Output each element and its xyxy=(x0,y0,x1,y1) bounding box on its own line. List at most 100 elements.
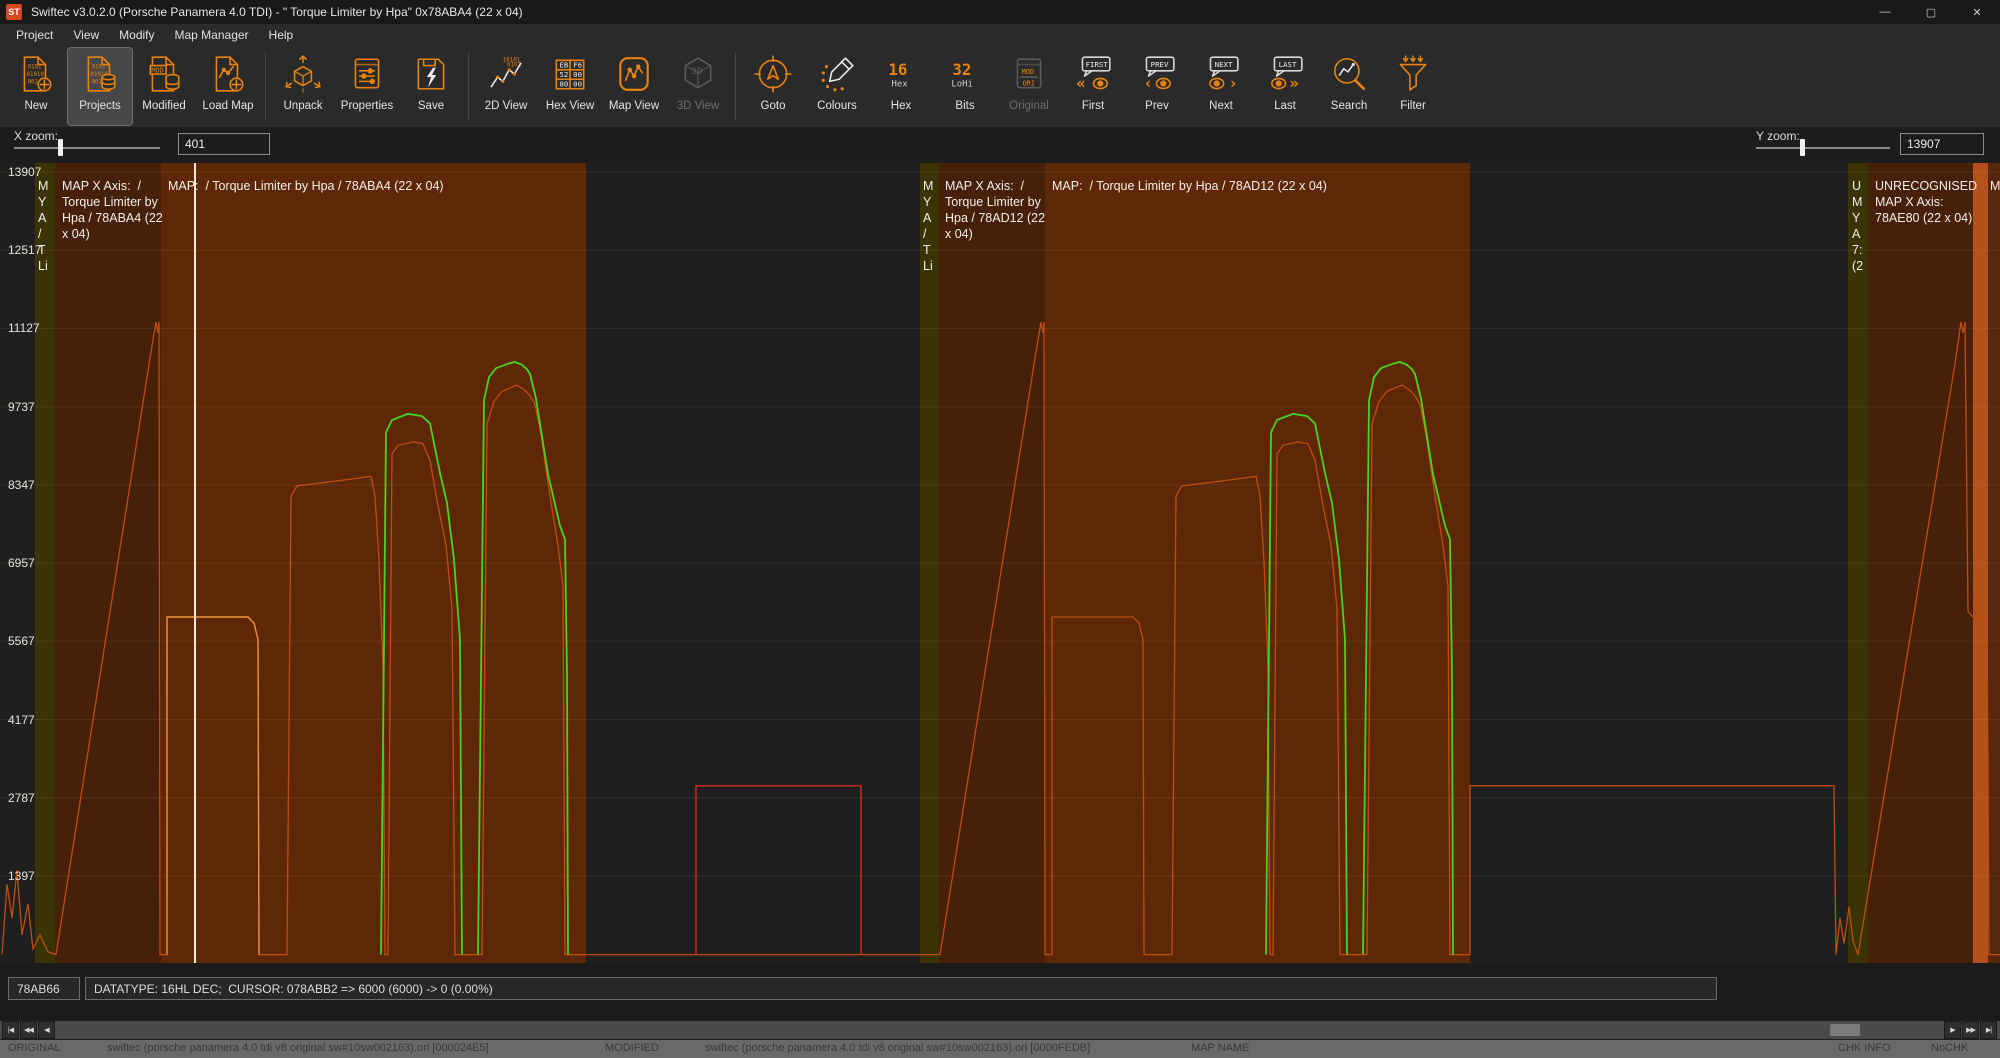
maximize-button[interactable]: ▢ xyxy=(1908,0,1954,24)
toolbar-button-next[interactable]: NEXT›Next xyxy=(1189,48,1253,125)
scrollbar-track[interactable] xyxy=(0,1021,2000,1039)
toolbar-button-properties[interactable]: Properties xyxy=(335,48,399,125)
map-label-2: MAP: / Torque Limiter by Hpa / 78ABA4 (2… xyxy=(168,178,444,194)
svg-text:Hex: Hex xyxy=(892,80,909,90)
svg-text:›: › xyxy=(1228,74,1238,93)
toolbar-button-original: MOD ORI Original xyxy=(997,48,1061,125)
toolbar-button-2d-view[interactable]: 1010101012D View xyxy=(474,48,538,125)
map-2d-chart[interactable]: 1390712517111279737834769575567417727871… xyxy=(0,163,2000,963)
x-zoom-input[interactable] xyxy=(178,133,270,155)
y-axis-tick-5567: 5567 xyxy=(8,634,35,648)
toolbar-separator xyxy=(468,52,469,120)
toolbar-button-load-map[interactable]: Load Map xyxy=(196,48,260,125)
svg-text:F6: F6 xyxy=(573,61,582,70)
toolbar-button-unpack[interactable]: Unpack xyxy=(271,48,335,125)
toolbar-label-save: Save xyxy=(418,100,444,112)
filter-funnel-icon xyxy=(1392,51,1434,97)
scroll-right-button-0[interactable]: ▶ xyxy=(1944,1021,1961,1039)
toolbar-button-bits[interactable]: 32LoHiBits xyxy=(933,48,997,125)
toolbar-button-new[interactable]: 010101010001New xyxy=(4,48,68,125)
nav-prev-icon: PREV‹ xyxy=(1136,51,1178,97)
mod-ori-icon: MOD ORI xyxy=(1008,51,1050,97)
series-modified-78AD12-hump1 xyxy=(1266,414,1347,955)
swiftec-window: ST Swiftec v3.0.2.0 (Porsche Panamera 4.… xyxy=(0,0,2000,1058)
toolbar-button-projects[interactable]: 010101010001Projects xyxy=(68,48,132,125)
toolbar-separator xyxy=(735,52,736,120)
doc-chart-plus-icon xyxy=(207,51,249,97)
y-axis-tick-9737: 9737 xyxy=(8,400,35,414)
scroll-left-button-0[interactable]: |◀ xyxy=(2,1021,19,1039)
horizontal-scrollbar[interactable]: |◀◀◀◀▶▶▶▶| xyxy=(0,1020,2000,1040)
svg-text:FIRST: FIRST xyxy=(1086,60,1109,69)
y-zoom-slider[interactable] xyxy=(1756,147,1890,149)
toolbar-button-filter[interactable]: Filter xyxy=(1381,48,1445,125)
y-axis-tick-11127: 11127 xyxy=(8,321,40,335)
menu-item-project[interactable]: Project xyxy=(6,25,63,45)
chk-value: NoCHK xyxy=(1931,1042,1968,1054)
y-zoom-label: Y zoom: xyxy=(1756,129,1800,143)
toolbar-button-first[interactable]: FIRST«First xyxy=(1061,48,1125,125)
toolbar-label-last: Last xyxy=(1274,100,1296,112)
sliders-icon xyxy=(346,51,388,97)
cursor-info-box: DATATYPE: 16HL DEC; CURSOR: 078ABB2 => 6… xyxy=(85,977,1717,1000)
menu-item-view[interactable]: View xyxy=(63,25,109,45)
text-16hex-icon: 16Hex xyxy=(880,51,922,97)
toolbar-button-hex-view[interactable]: EBF652008000Hex View xyxy=(538,48,602,125)
curves-svg xyxy=(0,163,2000,963)
status-row: 78AB66 DATATYPE: 16HL DEC; CURSOR: 078AB… xyxy=(0,963,2000,1020)
scroll-right-button-2[interactable]: ▶| xyxy=(1980,1021,1997,1039)
toolbar-label-goto: Goto xyxy=(761,100,786,112)
title-bar: ST Swiftec v3.0.2.0 (Porsche Panamera 4.… xyxy=(0,0,2000,24)
close-button[interactable]: ✕ xyxy=(1954,0,2000,24)
map-label-7: UNRECOGNISED MAP X Axis: 78AE80 (22 x 04… xyxy=(1875,178,1977,226)
toolbar-button-prev[interactable]: PREV‹ Prev xyxy=(1125,48,1189,125)
menu-item-modify[interactable]: Modify xyxy=(109,25,164,45)
x-zoom-slider[interactable] xyxy=(14,147,160,149)
doc-plus-icon: 010101010001 xyxy=(15,51,57,97)
y-axis-tick-2787: 2787 xyxy=(8,791,35,805)
scroll-right-button-1[interactable]: ▶▶ xyxy=(1962,1021,1979,1039)
y-axis-tick-1397: 1397 xyxy=(8,869,35,883)
toolbar-label-original: Original xyxy=(1009,100,1049,112)
toolbar-button-goto[interactable]: Goto xyxy=(741,48,805,125)
toolbar-button-search[interactable]: Search xyxy=(1317,48,1381,125)
cube-arrows-icon xyxy=(282,51,324,97)
y-zoom-input[interactable] xyxy=(1900,133,1984,155)
toolbar-button-modified[interactable]: MODModified xyxy=(132,48,196,125)
hex-grid-icon: EBF652008000 xyxy=(549,51,591,97)
toolbar-button-last[interactable]: LAST»Last xyxy=(1253,48,1317,125)
series-cursor-map-plateau-highlight xyxy=(167,617,259,955)
svg-text:MOD: MOD xyxy=(1022,68,1034,76)
svg-text:EB: EB xyxy=(559,61,568,70)
toolbar-label-search: Search xyxy=(1331,100,1367,112)
toolbar-button-colours[interactable]: Colours xyxy=(805,48,869,125)
chart-2d-icon: 101010101 xyxy=(485,51,527,97)
toolbar-label-bits: Bits xyxy=(955,100,974,112)
menu-item-map-manager[interactable]: Map Manager xyxy=(165,25,259,45)
minimize-button[interactable]: — xyxy=(1862,0,1908,24)
toolbar-button-map-view[interactable]: Map View xyxy=(602,48,666,125)
scroll-left-button-2[interactable]: ◀ xyxy=(38,1021,55,1039)
menu-item-help[interactable]: Help xyxy=(259,25,304,45)
svg-text:ORI: ORI xyxy=(1023,80,1035,88)
y-zoom-slider-thumb[interactable] xyxy=(1800,139,1805,156)
svg-text:LAST: LAST xyxy=(1279,60,1297,69)
x-zoom-slider-thumb[interactable] xyxy=(58,139,63,156)
svg-text:00: 00 xyxy=(573,80,582,89)
toolbar-label-colours: Colours xyxy=(817,100,857,112)
toolbar-button-save[interactable]: Save xyxy=(399,48,463,125)
scrollbar-thumb[interactable] xyxy=(1830,1024,1860,1036)
address-box[interactable]: 78AB66 xyxy=(8,977,80,1000)
svg-text:MOD: MOD xyxy=(151,66,163,74)
map-frame-icon xyxy=(613,51,655,97)
toolbar-label-first: First xyxy=(1082,100,1104,112)
scroll-left-button-1[interactable]: ◀◀ xyxy=(20,1021,37,1039)
map-label-6: U M Y A 7: (2 xyxy=(1852,178,1863,274)
svg-text:‹: ‹ xyxy=(1143,74,1153,93)
toolbar-button-hex[interactable]: 16HexHex xyxy=(869,48,933,125)
map-label-0: M Y A / T Li xyxy=(38,178,48,274)
toolbar-label-filter: Filter xyxy=(1400,100,1426,112)
toolbar-label-prev: Prev xyxy=(1145,100,1169,112)
goto-target-icon xyxy=(752,51,794,97)
app-icon: ST xyxy=(6,4,22,20)
